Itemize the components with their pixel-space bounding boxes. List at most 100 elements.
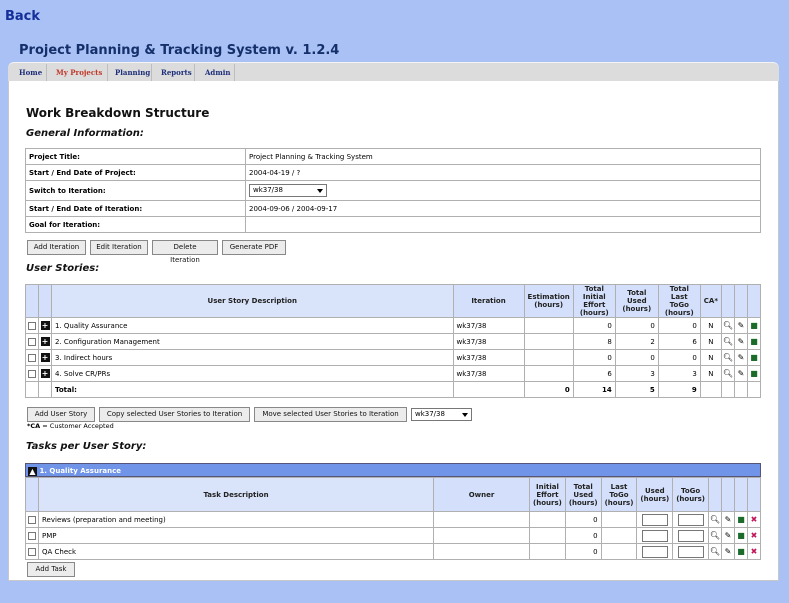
magnifier-icon[interactable]: 🔍︎ [723, 369, 733, 378]
trash-icon[interactable]: ■ [750, 321, 758, 330]
plus-icon[interactable]: + [40, 369, 50, 378]
used-header: Used (hours) [636, 477, 674, 512]
info-value [245, 216, 761, 233]
table-row: + 2. Configuration Management wk37/38 8 … [25, 333, 761, 350]
remove-x-icon[interactable]: ✖ [751, 515, 758, 524]
generate-pdf-button[interactable]: Generate PDF [222, 240, 286, 255]
magnifier-icon[interactable]: 🔍︎ [710, 547, 720, 556]
move-stories-button[interactable]: Move selected User Stories to Iteration [254, 407, 407, 422]
story-ca: N [699, 317, 723, 334]
info-value: Project Planning & Tracking System [245, 148, 761, 165]
trash-icon[interactable]: ■ [750, 369, 758, 378]
info-label: Goal for Iteration: [25, 216, 246, 233]
last-togo-header: Last ToGo (hours) [600, 477, 638, 512]
tab-planning[interactable]: Planning [115, 68, 150, 77]
row-checkbox[interactable] [28, 337, 36, 346]
trash-icon[interactable]: ■ [737, 531, 745, 540]
story-estimation [523, 349, 574, 366]
tab-reports[interactable]: Reports [161, 68, 192, 77]
magnifier-icon[interactable]: 🔍︎ [723, 353, 733, 362]
used-hours-input[interactable] [641, 513, 668, 526]
initial-effort-header: Initial Effort (hours) [529, 477, 566, 512]
togo-hours-input[interactable] [677, 529, 704, 542]
togo-hours-input[interactable] [677, 513, 704, 526]
row-checkbox[interactable] [28, 353, 36, 362]
used-hours-input[interactable] [641, 545, 668, 558]
magnifier-icon[interactable]: 🔍︎ [710, 531, 720, 540]
tab-divider [46, 64, 47, 81]
initial-effort-header: Total Initial Effort (hours) [572, 284, 616, 318]
edit-icon[interactable]: ✎ [725, 531, 732, 540]
trash-icon[interactable]: ■ [750, 337, 758, 346]
edit-icon[interactable]: ✎ [725, 515, 732, 524]
iteration-select-cell: wk37/38 [245, 180, 761, 201]
task-initial [529, 511, 566, 528]
general-info-table: Project Title: Project Planning & Tracki… [25, 148, 761, 233]
trash-icon[interactable]: ■ [737, 515, 745, 524]
story-togo: 6 [657, 333, 701, 350]
target-iteration-select[interactable]: wk37/38 [411, 408, 472, 421]
edit-icon[interactable]: ✎ [738, 321, 745, 330]
action-header [734, 284, 748, 318]
chevron-down-icon [462, 413, 468, 417]
tab-my-projects[interactable]: My Projects [56, 68, 102, 77]
action-header [708, 477, 722, 512]
action-header [734, 477, 748, 512]
table-row: PMP 0 🔍︎ ✎ ■ ✖ [25, 527, 761, 544]
info-value: 2004-09-06 / 2004-09-17 [245, 200, 761, 217]
add-user-story-button[interactable]: Add User Story [27, 407, 95, 422]
magnifier-icon[interactable]: 🔍︎ [723, 321, 733, 330]
story-iteration: wk37/38 [452, 333, 525, 350]
row-checkbox[interactable] [28, 321, 36, 330]
total-togo: 9 [657, 381, 701, 398]
task-description: QA Check [37, 543, 435, 560]
iteration-select[interactable]: wk37/38 [249, 184, 327, 197]
plus-icon[interactable]: + [40, 321, 50, 330]
row-checkbox[interactable] [28, 369, 36, 378]
trash-icon[interactable]: ■ [737, 547, 745, 556]
action-header [721, 284, 735, 318]
plus-icon[interactable]: + [40, 337, 50, 346]
add-task-button[interactable]: Add Task [27, 562, 75, 577]
magnifier-icon[interactable]: 🔍︎ [710, 515, 720, 524]
story-ca: N [699, 349, 723, 366]
edit-icon[interactable]: ✎ [725, 547, 732, 556]
plus-icon[interactable]: + [40, 353, 50, 362]
edit-icon[interactable]: ✎ [738, 337, 745, 346]
remove-x-icon[interactable]: ✖ [751, 547, 758, 556]
story-used: 0 [614, 317, 659, 334]
row-checkbox[interactable] [28, 547, 36, 556]
page-title: Work Breakdown Structure [26, 106, 210, 120]
magnifier-icon[interactable]: 🔍︎ [723, 337, 733, 346]
used-hours-input[interactable] [641, 529, 668, 542]
copy-stories-button[interactable]: Copy selected User Stories to Iteration [99, 407, 250, 422]
delete-iteration-button[interactable]: Delete Iteration [152, 240, 218, 264]
edit-icon[interactable]: ✎ [738, 353, 745, 362]
add-iteration-button[interactable]: Add Iteration [27, 240, 86, 255]
checkbox-header [25, 477, 39, 512]
tab-admin[interactable]: Admin [205, 68, 230, 77]
table-header-row: User Story Description Iteration Estimat… [25, 284, 761, 318]
table-row: + 4. Solve CR/PRs wk37/38 6 3 3 N 🔍︎ ✎ ■ [25, 365, 761, 382]
row-checkbox[interactable] [28, 515, 36, 524]
target-iteration-value: wk37/38 [415, 410, 445, 418]
back-link[interactable]: Back [5, 9, 40, 24]
story-description: 1. Quality Assurance [51, 317, 454, 334]
total-row: Total: 0 14 5 9 [25, 381, 761, 398]
story-group-bar[interactable]: ▲ 1. Quality Assurance [25, 463, 761, 477]
remove-x-icon[interactable]: ✖ [751, 531, 758, 540]
row-checkbox[interactable] [28, 531, 36, 540]
action-header [747, 477, 761, 512]
panel-bottom-edge [8, 580, 779, 581]
task-description: PMP [37, 527, 435, 544]
togo-hours-input[interactable] [677, 545, 704, 558]
task-initial [529, 543, 566, 560]
checkbox-header [25, 284, 39, 318]
up-arrow-icon[interactable]: ▲ [28, 466, 37, 476]
edit-iteration-button[interactable]: Edit Iteration [90, 240, 148, 255]
edit-icon[interactable]: ✎ [738, 369, 745, 378]
story-togo: 3 [657, 365, 701, 382]
trash-icon[interactable]: ■ [750, 353, 758, 362]
total-used: 5 [614, 381, 659, 398]
tab-home[interactable]: Home [19, 68, 42, 77]
